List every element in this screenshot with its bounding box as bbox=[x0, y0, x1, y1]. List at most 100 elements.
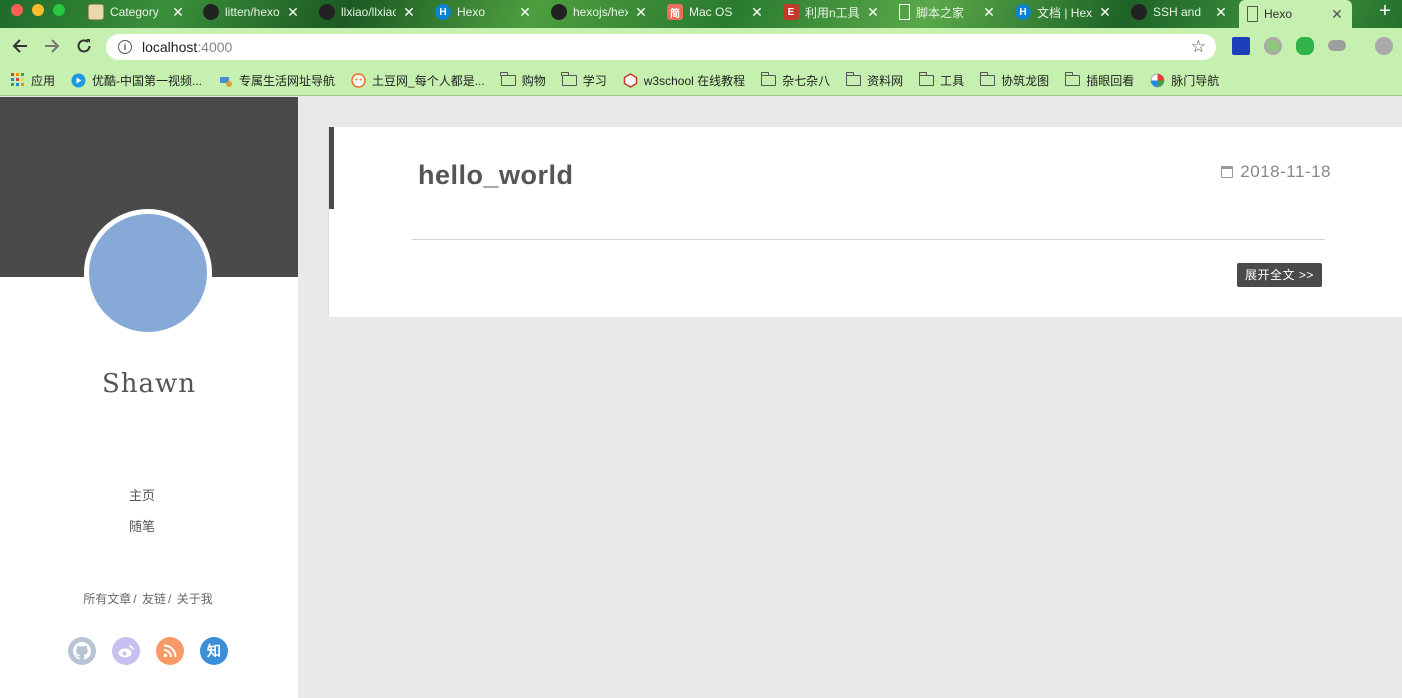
bookmark-label: 专属生活网址导航 bbox=[239, 73, 336, 88]
bookmark-folder-tools[interactable]: 工具 bbox=[918, 71, 964, 89]
post-date: 2018-11-18 bbox=[1221, 162, 1331, 182]
bookmarks-bar: 应用 优酷-中国第一视频... 专属生活网址导航 土豆网_每个人都是... 购物… bbox=[0, 65, 1402, 96]
tab-litten-hexo[interactable]: litten/hexo ✕ bbox=[195, 0, 308, 24]
close-window-button[interactable] bbox=[11, 4, 23, 16]
tab-hexojs[interactable]: hexojs/hexo ✕ bbox=[543, 0, 656, 24]
baidu-paw-icon[interactable] bbox=[1232, 37, 1250, 55]
menu-item-essays[interactable]: 随笔 bbox=[0, 516, 284, 547]
sidebar-sub-links: 所有文章 / 友链 / 关于我 bbox=[0, 590, 296, 607]
bookmark-label: 学习 bbox=[582, 73, 607, 88]
bookmark-folder-misc[interactable]: 杂七杂八 bbox=[760, 71, 830, 89]
read-more-button[interactable]: 展开全文 >> bbox=[1237, 263, 1322, 287]
close-tab-icon[interactable]: ✕ bbox=[1330, 6, 1344, 23]
post-divider bbox=[412, 239, 1325, 240]
menu-item-home[interactable]: 主页 bbox=[0, 485, 284, 516]
close-tab-icon[interactable]: ✕ bbox=[1098, 4, 1112, 21]
avatar[interactable] bbox=[84, 209, 212, 337]
close-tab-icon[interactable]: ✕ bbox=[634, 4, 648, 21]
bookmark-folder-resources[interactable]: 资料网 bbox=[845, 71, 903, 89]
bookmark-label: 协筑龙图 bbox=[1001, 73, 1050, 88]
bookmark-label: w3school 在线教程 bbox=[643, 73, 746, 88]
minimize-window-button[interactable] bbox=[32, 4, 44, 16]
rss-icon[interactable] bbox=[156, 637, 184, 665]
tab-title: Category bbox=[110, 5, 159, 19]
record-icon[interactable] bbox=[1264, 37, 1282, 55]
close-tab-icon[interactable]: ✕ bbox=[286, 4, 300, 21]
close-tab-icon[interactable]: ✕ bbox=[982, 4, 996, 21]
bookmark-youku[interactable]: 优酷-中国第一视频... bbox=[71, 72, 202, 89]
tab-title: 文档 | Hexo bbox=[1037, 5, 1092, 20]
github-icon[interactable] bbox=[68, 637, 96, 665]
tudou-icon bbox=[351, 72, 366, 88]
close-tab-icon[interactable]: ✕ bbox=[171, 4, 185, 21]
bookmark-star-icon[interactable]: ☆ bbox=[1191, 37, 1206, 57]
close-tab-icon[interactable]: ✕ bbox=[402, 4, 416, 21]
address-bar[interactable]: i localhost:4000 ☆ bbox=[106, 34, 1216, 60]
post-date-text: 2018-11-18 bbox=[1240, 162, 1331, 181]
tab-title: 利用n工具 bbox=[805, 5, 860, 20]
tab-jb51[interactable]: 脚本之家 ✕ bbox=[891, 0, 1004, 24]
tab-macos[interactable]: 简 Mac OS ✕ bbox=[659, 0, 772, 24]
folder-icon bbox=[979, 71, 996, 88]
profile-avatar-icon[interactable] bbox=[1375, 37, 1393, 55]
maximize-window-button[interactable] bbox=[53, 4, 65, 16]
maimen-icon bbox=[1150, 73, 1165, 88]
back-arrow-icon[interactable] bbox=[8, 34, 32, 58]
post-title[interactable]: hello_world bbox=[418, 160, 574, 191]
tab-n-tool[interactable]: E 利用n工具 ✕ bbox=[775, 0, 888, 24]
bookmark-tudou[interactable]: 土豆网_每个人都是... bbox=[351, 72, 485, 89]
zhihu-icon[interactable]: 知 bbox=[200, 637, 228, 665]
tab-llxiao[interactable]: llxiao/llxiao ✕ bbox=[311, 0, 424, 24]
link-about-me[interactable]: 关于我 bbox=[177, 592, 213, 606]
tab-title: SSH and bbox=[1153, 5, 1202, 19]
tab-title: 脚本之家 bbox=[916, 5, 965, 20]
bookmark-folder-watch-later[interactable]: 插眼回看 bbox=[1064, 71, 1135, 89]
doc-red-icon: E bbox=[783, 4, 799, 20]
author-name[interactable]: Shawn bbox=[0, 369, 298, 399]
tab-ssh[interactable]: SSH and ✕ bbox=[1123, 0, 1236, 24]
tab-category[interactable]: Category ✕ bbox=[80, 0, 193, 24]
bookmark-label: 插眼回看 bbox=[1086, 73, 1135, 88]
forward-arrow-icon[interactable] bbox=[40, 34, 64, 58]
sidebar-menu: 主页 随笔 bbox=[0, 485, 284, 547]
cloud-icon[interactable] bbox=[1328, 40, 1346, 51]
link-separator: / bbox=[133, 592, 137, 606]
bookmark-folder-study[interactable]: 学习 bbox=[561, 71, 607, 89]
close-tab-icon[interactable]: ✕ bbox=[518, 4, 532, 21]
evernote-icon[interactable] bbox=[1296, 37, 1314, 55]
hexo-icon: H bbox=[1015, 4, 1031, 20]
tab-hexo-docs[interactable]: H 文档 | Hexo ✕ bbox=[1007, 0, 1120, 24]
new-tab-button[interactable]: + bbox=[1374, 1, 1396, 23]
doc-icon bbox=[1247, 6, 1258, 22]
tab-hexo[interactable]: H Hexo ✕ bbox=[427, 0, 540, 24]
bookmark-w3school[interactable]: w3school 在线教程 bbox=[623, 72, 745, 89]
close-tab-icon[interactable]: ✕ bbox=[866, 4, 880, 21]
link-all-posts[interactable]: 所有文章 bbox=[83, 592, 131, 606]
reload-icon[interactable] bbox=[72, 34, 96, 58]
tab-active-hexo[interactable]: Hexo ✕ bbox=[1239, 0, 1352, 28]
tab-title: Mac OS bbox=[689, 5, 733, 19]
weibo-icon[interactable] bbox=[112, 637, 140, 665]
github-icon bbox=[203, 4, 219, 20]
bookmark-maimen[interactable]: 脉门导航 bbox=[1150, 72, 1219, 89]
bookmark-life-nav[interactable]: 专属生活网址导航 bbox=[218, 72, 335, 89]
github-icon bbox=[551, 4, 567, 20]
github-icon bbox=[319, 4, 335, 20]
bookmark-folder-shopping[interactable]: 购物 bbox=[500, 71, 546, 89]
link-friends[interactable]: 友链 bbox=[142, 592, 166, 606]
youku-icon bbox=[71, 73, 86, 88]
bookmark-folder-xiezhu[interactable]: 协筑龙图 bbox=[979, 71, 1050, 89]
bookmark-apps[interactable]: 应用 bbox=[10, 72, 55, 89]
bookmark-label: 土豆网_每个人都是... bbox=[372, 73, 485, 88]
w3school-icon bbox=[623, 72, 638, 88]
browser-toolbar: i localhost:4000 ☆ bbox=[0, 28, 1402, 65]
bookmark-label: 优酷-中国第一视频... bbox=[92, 73, 203, 88]
close-tab-icon[interactable]: ✕ bbox=[750, 4, 764, 21]
tab-title: llxiao/llxiao bbox=[341, 5, 396, 19]
info-icon[interactable]: i bbox=[118, 40, 132, 54]
tab-title: Hexo bbox=[1264, 7, 1293, 21]
folder-icon bbox=[561, 71, 577, 88]
post-card: hello_world 2018-11-18 展开全文 >> bbox=[328, 127, 1402, 317]
doc-icon bbox=[899, 4, 910, 20]
close-tab-icon[interactable]: ✕ bbox=[1214, 4, 1228, 21]
